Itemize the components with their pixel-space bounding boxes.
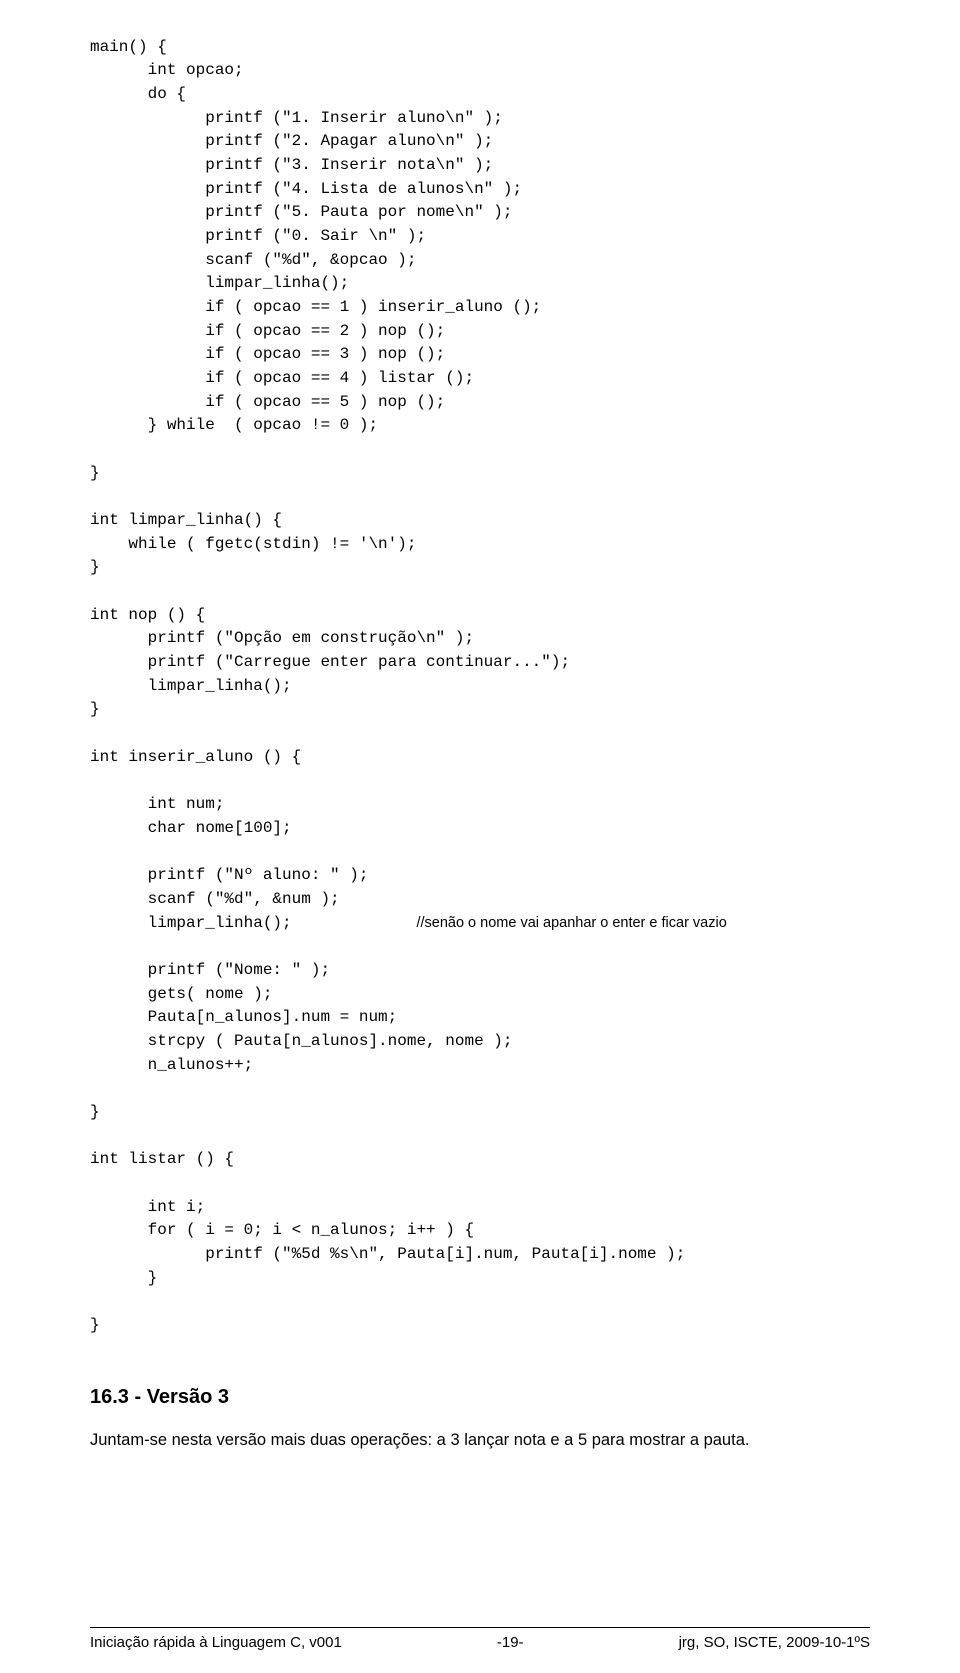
code-line: char nome[100]; [90, 819, 292, 837]
code-line: while ( fgetc(stdin) != '\n'); [90, 535, 416, 553]
code-line: } while ( opcao != 0 ); [90, 416, 378, 434]
code-line: printf ("1. Inserir aluno\n" ); [90, 109, 503, 127]
code-line: if ( opcao == 1 ) inserir_aluno (); [90, 298, 541, 316]
code-line: } [90, 464, 100, 482]
code-line: for ( i = 0; i < n_alunos; i++ ) { [90, 1221, 474, 1239]
code-line: } [90, 558, 100, 576]
code-line: if ( opcao == 4 ) listar (); [90, 369, 474, 387]
footer-center: -19- [497, 1634, 524, 1651]
code-line: gets( nome ); [90, 985, 272, 1003]
code-comment: //senão o nome vai apanhar o enter e fic… [416, 915, 726, 931]
footer-right: jrg, SO, ISCTE, 2009-10-1ºS [679, 1634, 870, 1651]
code-line: do { [90, 85, 186, 103]
code-line: int i; [90, 1198, 205, 1216]
code-line: printf ("4. Lista de alunos\n" ); [90, 180, 522, 198]
code-line: int opcao; [90, 61, 244, 79]
code-line: int nop () { [90, 606, 205, 624]
code-line: int inserir_aluno () { [90, 748, 301, 766]
code-line: printf ("5. Pauta por nome\n" ); [90, 203, 512, 221]
code-block: main() { int opcao; do { printf ("1. Ins… [90, 12, 870, 1338]
code-line: if ( opcao == 2 ) nop (); [90, 322, 445, 340]
code-line: n_alunos++; [90, 1056, 253, 1074]
code-line: strcpy ( Pauta[n_alunos].nome, nome ); [90, 1032, 512, 1050]
code-line: int limpar_linha() { [90, 511, 282, 529]
footer-left: Iniciação rápida à Linguagem C, v001 [90, 1634, 342, 1651]
code-line: } [90, 1269, 157, 1287]
code-line: int num; [90, 795, 224, 813]
code-line: printf ("Nome: " ); [90, 961, 330, 979]
code-line: printf ("2. Apagar aluno\n" ); [90, 132, 493, 150]
code-line: } [90, 1316, 100, 1334]
code-line: } [90, 700, 100, 718]
code-line: printf ("Opção em construção\n" ); [90, 629, 474, 647]
code-line: scanf ("%d", &num ); [90, 890, 340, 908]
code-line: if ( opcao == 5 ) nop (); [90, 393, 445, 411]
code-line: Pauta[n_alunos].num = num; [90, 1008, 397, 1026]
section-heading: 16.3 - Versão 3 [90, 1386, 870, 1409]
code-line: limpar_linha(); [90, 914, 416, 932]
code-line: } [90, 1103, 100, 1121]
code-line: printf ("%5d %s\n", Pauta[i].num, Pauta[… [90, 1245, 685, 1263]
code-line: printf ("0. Sair \n" ); [90, 227, 426, 245]
code-line: if ( opcao == 3 ) nop (); [90, 345, 445, 363]
code-line: printf ("Nº aluno: " ); [90, 866, 368, 884]
code-line: limpar_linha(); [90, 677, 292, 695]
code-line: scanf ("%d", &opcao ); [90, 251, 416, 269]
page-footer: Iniciação rápida à Linguagem C, v001 -19… [90, 1627, 870, 1651]
code-line: main() { [90, 38, 167, 56]
code-line: int listar () { [90, 1150, 234, 1168]
section-body: Juntam-se nesta versão mais duas operaçõ… [90, 1429, 870, 1452]
code-line: printf ("Carregue enter para continuar..… [90, 653, 570, 671]
code-line: limpar_linha(); [90, 274, 349, 292]
code-line: printf ("3. Inserir nota\n" ); [90, 156, 493, 174]
